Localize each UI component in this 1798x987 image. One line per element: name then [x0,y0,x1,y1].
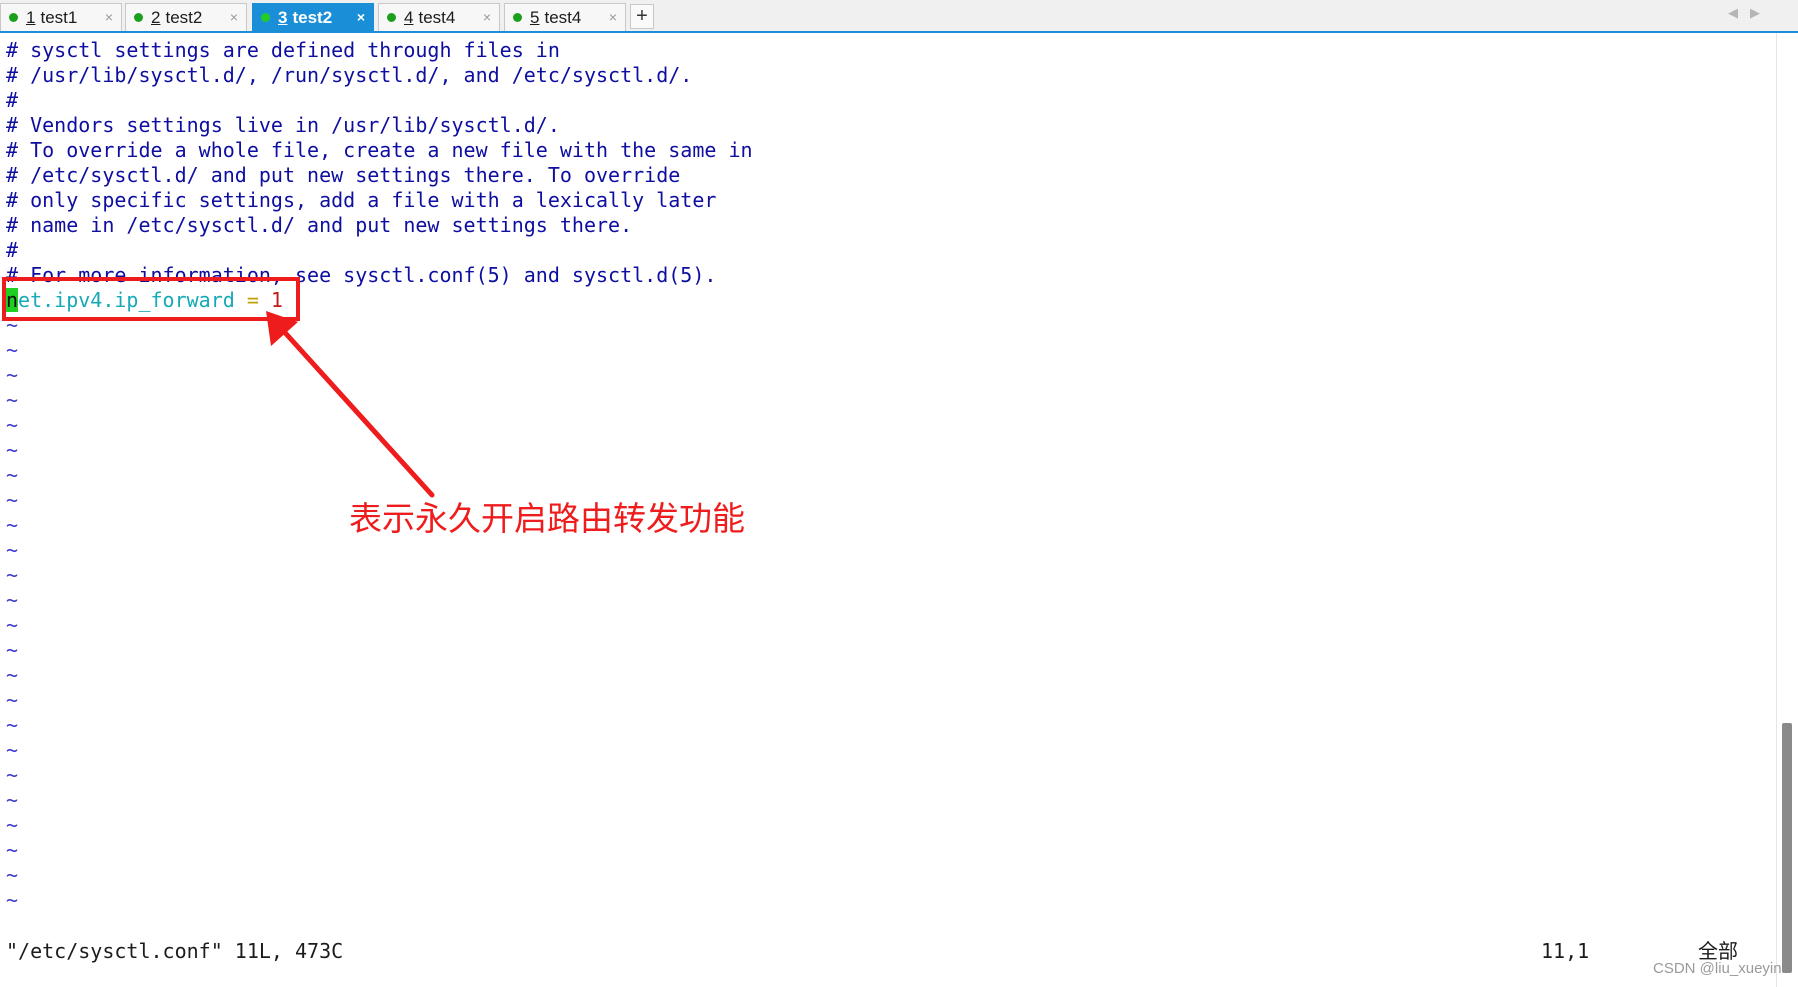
tab-4[interactable]: 4 test4 × [378,3,500,31]
tab-number: 1 [26,7,36,27]
tab-label: test4 [418,7,456,27]
tilde-marker: ~ [6,488,19,512]
comment-line: # sysctl settings are defined through fi… [6,38,560,62]
tilde-marker: ~ [6,588,19,612]
tilde-marker: ~ [6,738,19,762]
comment-line: # [6,88,19,112]
tab-number: 3 [278,7,288,27]
comment-line: # name in /etc/sysctl.d/ and put new set… [6,213,633,237]
tilde-marker: ~ [6,363,19,387]
close-icon[interactable]: × [357,9,365,25]
tilde-marker: ~ [6,713,19,737]
close-icon[interactable]: × [483,9,491,25]
new-tab-button[interactable]: + [630,4,654,29]
tilde-marker: ~ [6,338,19,362]
comment-line: # Vendors settings live in /usr/lib/sysc… [6,113,560,137]
tab-label: test2 [165,7,203,27]
tab-prev-icon[interactable]: ◀ [1728,6,1738,21]
tab-5[interactable]: 5 test4 × [504,3,626,31]
tilde-marker: ~ [6,863,19,887]
tab-number: 5 [530,7,540,27]
tilde-marker: ~ [6,513,19,537]
tilde-marker: ~ [6,763,19,787]
terminal-window: 1 test1 × 2 test2 × 3 test2 × 4 test4 × … [0,0,1798,987]
tilde-marker: ~ [6,413,19,437]
status-dot-icon [134,13,143,22]
close-icon[interactable]: × [230,9,238,25]
vim-editor[interactable]: # sysctl settings are defined through fi… [0,33,1774,933]
tilde-marker: ~ [6,463,19,487]
close-icon[interactable]: × [105,9,113,25]
tab-3-active[interactable]: 3 test2 × [252,3,374,31]
tilde-marker: ~ [6,888,19,912]
status-dot-icon [9,13,18,22]
tilde-marker: ~ [6,813,19,837]
tab-number: 4 [404,7,414,27]
tilde-marker: ~ [6,613,19,637]
comment-line: # only specific settings, add a file wit… [6,188,717,212]
tab-1[interactable]: 1 test1 × [0,3,122,31]
tilde-marker: ~ [6,663,19,687]
tab-2[interactable]: 2 test2 × [125,3,247,31]
tilde-marker: ~ [6,688,19,712]
annotation-text: 表示永久开启路由转发功能 [349,499,745,538]
watermark: CSDN @liu_xueyin [1653,960,1782,977]
tilde-marker: ~ [6,388,19,412]
comment-line: # /usr/lib/sysctl.d/, /run/sysctl.d/, an… [6,63,693,87]
status-dot-icon [387,13,396,22]
highlight-box [2,277,300,321]
file-info: "/etc/sysctl.conf" 11L, 473C [6,939,344,963]
tilde-marker: ~ [6,788,19,812]
status-dot-icon [261,13,270,22]
tilde-marker: ~ [6,538,19,562]
close-icon[interactable]: × [609,9,617,25]
comment-line: # [6,238,19,262]
tilde-marker: ~ [6,838,19,862]
tab-label: test2 [292,7,333,27]
tilde-marker: ~ [6,438,19,462]
comment-line: # /etc/sysctl.d/ and put new settings th… [6,163,681,187]
tab-number: 2 [151,7,161,27]
cursor-position: 11,1 [1541,939,1590,963]
vertical-scrollbar[interactable] [1776,33,1798,987]
status-dot-icon [513,13,522,22]
tilde-marker: ~ [6,638,19,662]
tab-label: test4 [544,7,582,27]
tab-bar: 1 test1 × 2 test2 × 3 test2 × 4 test4 × … [0,0,1798,33]
tab-next-icon[interactable]: ▶ [1750,6,1760,21]
scrollbar-thumb[interactable] [1782,723,1792,973]
tilde-marker: ~ [6,563,19,587]
tab-label: test1 [40,7,78,27]
comment-line: # To override a whole file, create a new… [6,138,753,162]
